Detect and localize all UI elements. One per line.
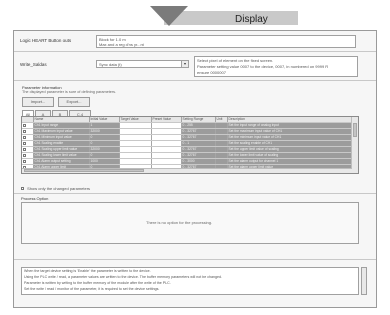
separator xyxy=(14,193,376,194)
banner-label: Display xyxy=(235,14,268,25)
chevron-down-icon[interactable]: ▾ xyxy=(181,61,188,67)
description-box: Select pixel of element on the fixed scr… xyxy=(194,56,358,77)
checkbox[interactable] xyxy=(23,129,26,133)
show-changed-label: Show only the changed parameters xyxy=(27,186,91,191)
export-button[interactable]: Export... xyxy=(58,97,90,107)
down-arrow-icon xyxy=(150,6,188,26)
separator xyxy=(14,80,376,81)
checkbox[interactable] xyxy=(23,153,26,157)
checkbox[interactable] xyxy=(23,135,26,139)
separator xyxy=(14,51,376,52)
logic-field: Block for 1.0 m Max and a reg d'ns yr...… xyxy=(96,35,356,48)
checkbox[interactable] xyxy=(23,147,26,151)
note-line: Set the write / read / monitor of the pa… xyxy=(24,287,160,291)
import-button[interactable]: Import... xyxy=(22,97,54,107)
process-option-label: Process Option xyxy=(21,196,49,201)
params-hint: The displayed parameter is sure of defin… xyxy=(22,90,117,94)
display-banner: Display xyxy=(150,6,298,28)
show-changed-toggle[interactable]: Show only the changed parameters xyxy=(21,186,90,191)
note-line: Using the PLC write / read, a parameter … xyxy=(24,275,223,279)
checkbox[interactable] xyxy=(23,159,26,163)
checkbox[interactable] xyxy=(23,141,26,145)
logic-label: Logic HEART Button outs xyxy=(20,38,72,43)
checkbox[interactable] xyxy=(21,187,24,191)
notes-box: When the target device setting is 'Enabl… xyxy=(21,267,359,295)
scroll-thumb[interactable] xyxy=(24,169,144,172)
scroll-thumb[interactable] xyxy=(353,123,357,137)
process-message: There is no option for the processing. xyxy=(146,220,213,225)
separator xyxy=(14,259,376,260)
checkbox[interactable] xyxy=(23,123,26,127)
process-option-box: There is no option for the processing. xyxy=(21,202,359,244)
note-line: Parameter is written by writing to the b… xyxy=(24,281,171,285)
horizontal-scrollbar[interactable] xyxy=(22,168,352,173)
note-line: When the target device setting is 'Enabl… xyxy=(24,269,151,273)
vertical-scrollbar[interactable] xyxy=(351,117,358,173)
target-select[interactable]: Sync data (t) ▾ xyxy=(96,60,189,68)
write-label: Write_Saldas xyxy=(20,62,47,67)
parameter-table: Name Initial Value Target Value Preset V… xyxy=(21,116,359,174)
notes-scrollbar[interactable] xyxy=(361,267,367,295)
